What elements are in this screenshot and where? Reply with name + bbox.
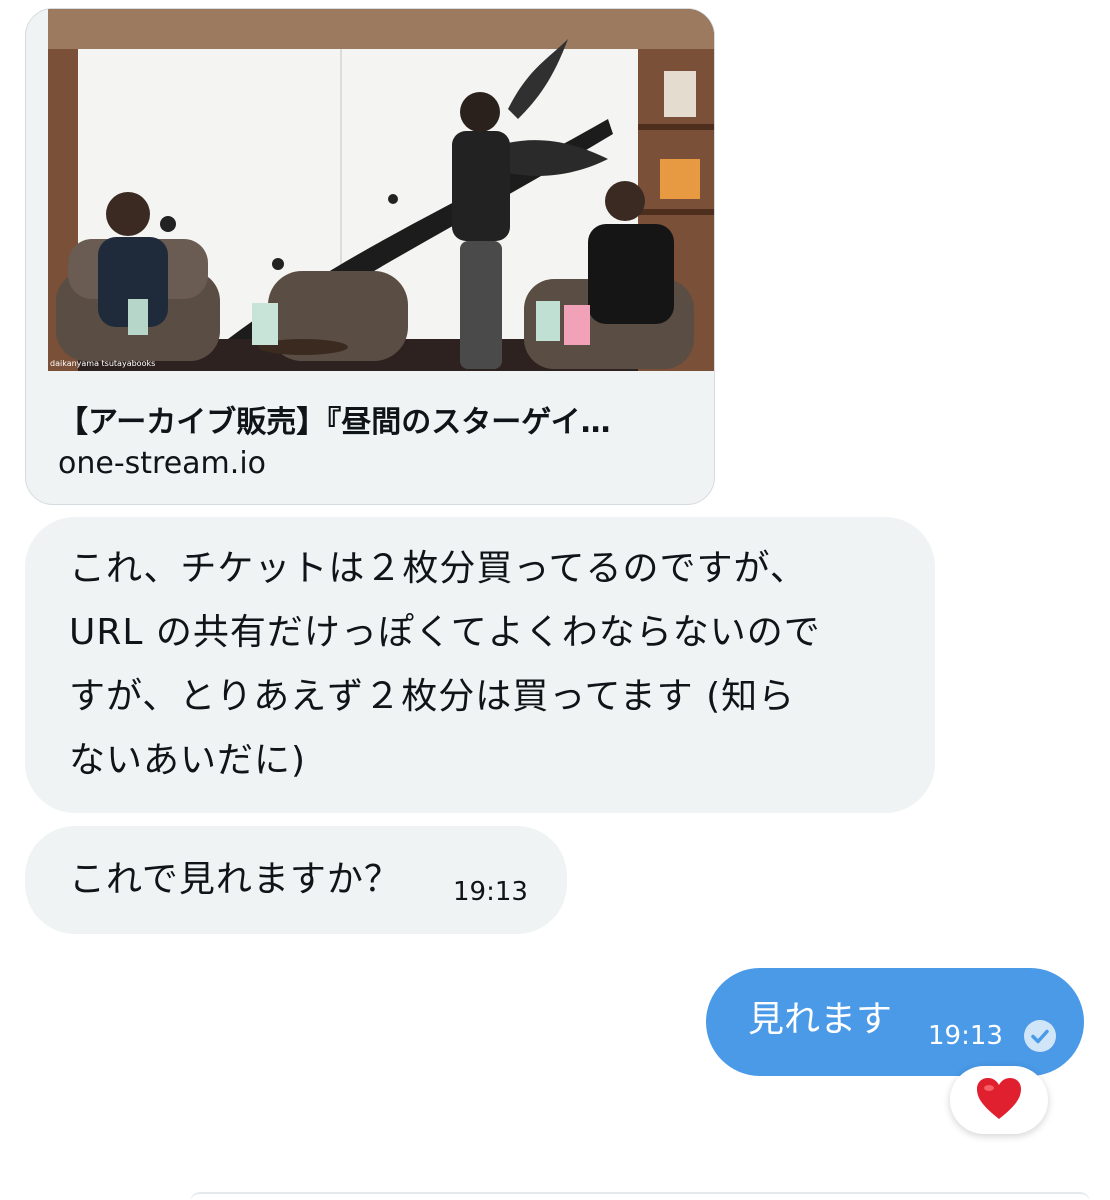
link-title[interactable]: 【アーカイブ販売】『昼間のスターゲイ… xyxy=(58,397,698,441)
message-line: これ、チケットは２枚分買ってるのですが、 xyxy=(69,548,807,589)
message-timestamp: 19:13 xyxy=(453,877,528,907)
message-text: 見れます xyxy=(748,999,893,1040)
link-domain: one-stream.io xyxy=(58,446,267,481)
link-preview-card[interactable]: daikanyama tsutayabooks 【アーカイブ販売】『昼間のスター… xyxy=(25,8,715,505)
message-timestamp: 19:13 xyxy=(928,1021,1003,1051)
message-line: URL の共有だけっぽくてよくわならないので xyxy=(69,612,821,653)
received-message-bubble[interactable]: これで見れますか？ 19:13 xyxy=(25,826,567,934)
message-line: すが、とりあえず２枚分は買ってます (知ら xyxy=(69,676,796,717)
video-thumbnail: daikanyama tsutayabooks xyxy=(48,9,714,371)
thumbnail-caption: daikanyama tsutayabooks xyxy=(50,359,156,368)
heart-icon xyxy=(977,1078,1021,1119)
heart-reaction[interactable] xyxy=(950,1066,1048,1134)
message-text: これで見れますか？ xyxy=(69,859,401,900)
message-composer-edge xyxy=(190,1192,1090,1200)
received-message-bubble[interactable]: これ、チケットは２枚分買ってるのですが、 URL の共有だけっぽくてよくわならな… xyxy=(25,517,935,813)
read-receipt-check-icon xyxy=(1024,1020,1056,1052)
message-line: ないあいだに) xyxy=(69,740,307,781)
sent-message-bubble[interactable]: 見れます 19:13 xyxy=(706,968,1084,1076)
